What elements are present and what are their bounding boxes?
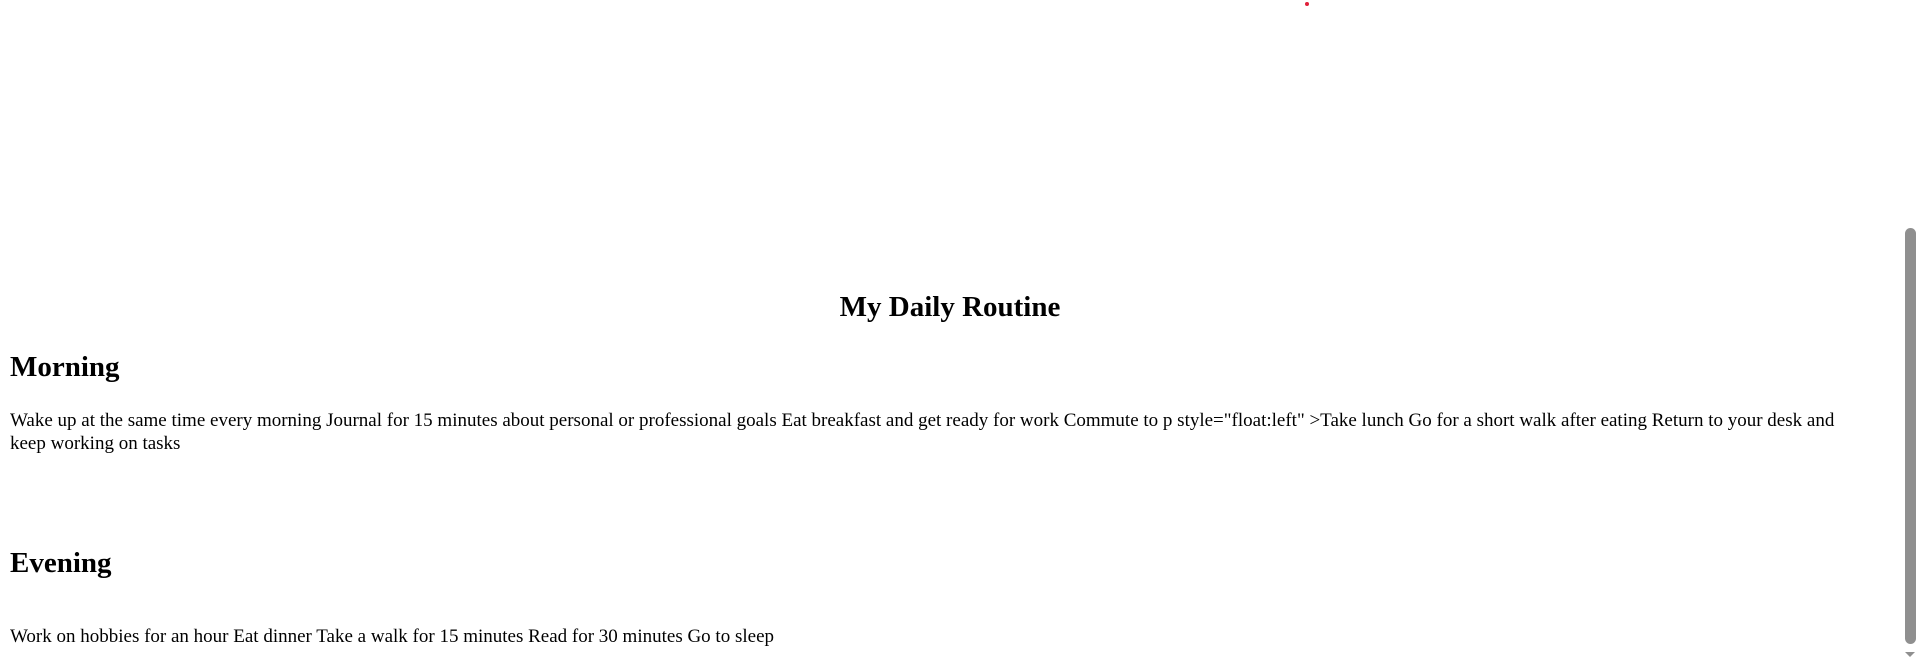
decorative-dot xyxy=(1305,2,1309,6)
evening-routine-text: Work on hobbies for an hour Eat dinner T… xyxy=(10,626,774,647)
morning-routine-text: Wake up at the same time every morning J… xyxy=(10,410,1835,454)
scrollbar-thumb[interactable] xyxy=(1905,228,1916,644)
vertical-scrollbar[interactable] xyxy=(1903,0,1918,658)
evening-heading: Evening xyxy=(10,547,112,579)
chevron-down-icon[interactable] xyxy=(1905,652,1915,657)
morning-heading: Morning xyxy=(10,351,120,383)
page-title: My Daily Routine xyxy=(839,291,1061,323)
